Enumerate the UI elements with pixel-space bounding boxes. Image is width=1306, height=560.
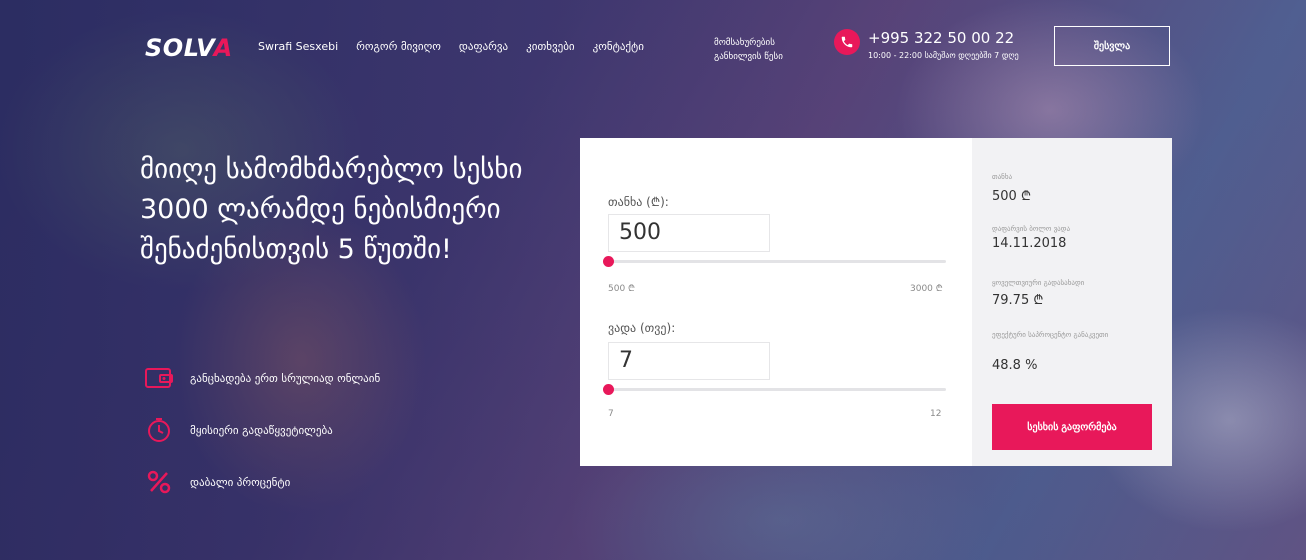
phone-number[interactable]: +995 322 50 00 22: [868, 29, 1014, 47]
nav-two-line-2: განხილვის წესი: [714, 52, 783, 62]
amount-min: 500 ₾: [608, 284, 635, 294]
feature-text: დაბალი პროცენტი: [190, 475, 291, 489]
percent-icon: [140, 466, 178, 498]
nav-two-line-1: მომსახურების: [714, 38, 775, 48]
summary-label-monthly: ყოველთვიური გადასახადი: [992, 279, 1085, 287]
features-list: განცხადება ერთ სრულიად ონლაინ მყისიერი გ…: [140, 352, 380, 508]
logo-main: SOLV: [145, 34, 214, 62]
feature-item: მყისიერი გადაწყვეტილება: [140, 404, 380, 456]
login-button[interactable]: შესვლა: [1054, 26, 1170, 66]
summary-value-due-date: 14.11.2018: [992, 236, 1067, 251]
term-slider-handle[interactable]: [603, 384, 614, 395]
amount-slider-handle[interactable]: [603, 256, 614, 267]
nav-item-how-to-get[interactable]: როგორ მივიღო: [356, 40, 441, 53]
summary-value-amount: 500 ₾: [992, 189, 1031, 204]
amount-label: თანხა (₾):: [608, 195, 669, 209]
phone-icon[interactable]: [834, 29, 860, 55]
feature-item: განცხადება ერთ სრულიად ონლაინ: [140, 352, 380, 404]
term-slider-track[interactable]: [608, 388, 946, 391]
hero-headline: მიიღე სამომხმარებლო სესხი 3000 ლარამდე ნ…: [140, 154, 523, 265]
amount-max: 3000 ₾: [910, 284, 943, 294]
logo-accent: A: [213, 34, 233, 62]
summary-label-due-date: დაფარვის ბოლო ვადა: [992, 225, 1071, 233]
term-input[interactable]: 7: [608, 342, 770, 380]
feature-text: განცხადება ერთ სრულიად ონლაინ: [190, 371, 381, 385]
nav-item-service-rules[interactable]: მომსახურების განხილვის წესი: [714, 36, 814, 64]
nav-item-questions[interactable]: კითხვები: [526, 40, 574, 53]
summary-label-amount: თანხა: [992, 173, 1013, 181]
nav-item-contact[interactable]: კონტაქტი: [593, 40, 644, 53]
feature-item: დაბალი პროცენტი: [140, 456, 380, 508]
summary-value-monthly: 79.75 ₾: [992, 293, 1044, 308]
nav-item-swrafi-sesxebi[interactable]: Swrafi Sesxebi: [258, 40, 338, 53]
term-label: ვადა (თვე):: [608, 321, 676, 335]
summary-label-rate: ეფექტური საპროცენტო განაკვეთი: [992, 331, 1109, 339]
summary-value-rate: 48.8 %: [992, 358, 1038, 373]
amount-slider-track[interactable]: [608, 260, 946, 263]
term-max: 12: [930, 409, 942, 419]
amount-input[interactable]: 500: [608, 214, 770, 252]
wallet-icon: [140, 362, 178, 394]
working-hours: 10:00 - 22:00 სამუშაო დღეებში 7 დღე: [868, 51, 1019, 60]
loan-calculator: თანხა (₾): 500 500 ₾ 3000 ₾ ვადა (თვე): …: [580, 138, 972, 466]
solva-logo[interactable]: SOLVA: [145, 34, 233, 62]
clock-icon: [140, 414, 178, 446]
nav-item-repayment[interactable]: დაფარვა: [459, 40, 508, 53]
apply-loan-button[interactable]: სესხის გაფორმება: [992, 404, 1152, 450]
term-min: 7: [608, 409, 614, 419]
main-nav: Swrafi Sesxebi როგორ მივიღო დაფარვა კითხ…: [258, 40, 644, 53]
feature-text: მყისიერი გადაწყვეტილება: [190, 423, 333, 437]
phone-glyph: [841, 36, 853, 48]
